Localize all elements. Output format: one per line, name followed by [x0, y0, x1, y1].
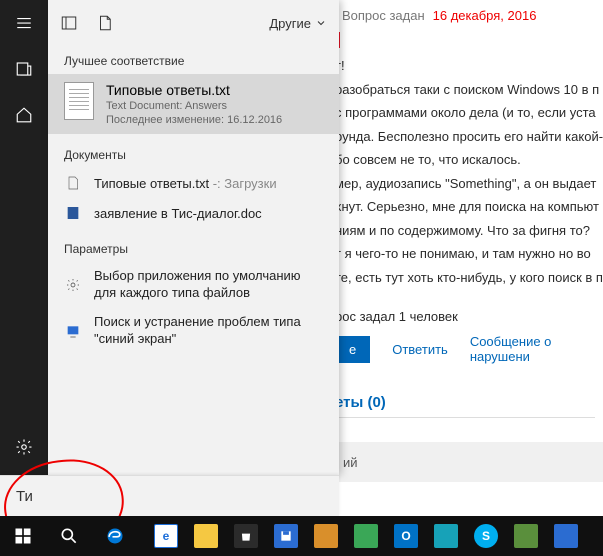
news-icon[interactable] [0, 46, 48, 92]
same-question-count: рос задал 1 человек [335, 309, 603, 324]
best-match-type: Text Document: Answers [106, 100, 282, 112]
same-question-button[interactable]: е [335, 336, 370, 363]
doc-result-1[interactable]: Типовые ответы.txt -: Загрузки [48, 168, 339, 198]
chevron-down-icon [315, 17, 327, 29]
start-button[interactable] [0, 516, 46, 556]
taskbar-app-outlook[interactable]: O [386, 516, 426, 556]
document-icon[interactable] [96, 14, 114, 32]
category-settings: Параметры [48, 234, 339, 262]
taskbar-app-save[interactable] [266, 516, 306, 556]
category-best-match: Лучшее соответствие [48, 46, 339, 74]
doc-result-2[interactable]: заявление в Тис-диалог.doc [48, 198, 339, 228]
gear-icon[interactable] [0, 424, 48, 470]
search-icon[interactable] [46, 516, 92, 556]
report-link[interactable]: Сообщение о нарушени [470, 334, 603, 364]
start-left-rail [0, 0, 48, 516]
post-date: 16 декабря, 2016 [433, 8, 537, 23]
search-results-panel: Другие Лучшее соответствие Типовые ответ… [48, 0, 339, 475]
gear-icon [64, 276, 82, 294]
edge-browser-icon[interactable] [92, 516, 138, 556]
word-file-icon [64, 204, 82, 222]
best-match-modified: Последнее изменение: 16.12.2016 [106, 114, 282, 126]
taskbar-app-11[interactable] [546, 516, 586, 556]
category-documents: Документы [48, 140, 339, 168]
troubleshoot-icon [64, 322, 82, 340]
taskbar-app-explorer[interactable] [186, 516, 226, 556]
search-input[interactable]: Ти [0, 475, 339, 516]
panel-header: Другие [48, 0, 339, 46]
taskbar-app-6[interactable] [346, 516, 386, 556]
other-filter[interactable]: Другие [269, 16, 327, 31]
asked-label: Вопрос задан [342, 8, 425, 23]
reply-link[interactable]: Ответить [392, 342, 448, 357]
hamburger-icon[interactable] [0, 0, 48, 46]
taskbar-app-5[interactable] [306, 516, 346, 556]
taskbar-app-store[interactable] [226, 516, 266, 556]
best-match-title: Типовые ответы.txt [106, 82, 282, 98]
taskbar-app-ie[interactable]: e [146, 516, 186, 556]
reading-view-icon[interactable] [60, 14, 78, 32]
home-icon[interactable] [0, 92, 48, 138]
taskbar-app-10[interactable] [506, 516, 546, 556]
sort-strip: ий [335, 442, 603, 482]
other-label: Другие [269, 16, 311, 31]
setting-result-1[interactable]: Выбор приложения по умолчанию для каждог… [48, 262, 339, 308]
text-file-icon [64, 82, 94, 120]
taskbar: e O S [0, 516, 603, 556]
best-match-result[interactable]: Типовые ответы.txt Text Document: Answer… [48, 74, 339, 134]
taskbar-app-8[interactable] [426, 516, 466, 556]
search-query-text: Ти [16, 488, 33, 505]
setting-result-2[interactable]: Поиск и устранение проблем типа "синий э… [48, 308, 339, 354]
taskbar-app-skype[interactable]: S [466, 516, 506, 556]
replies-header: еты (0) [335, 394, 595, 418]
post-body: т! разобраться таки с поиском Windows 10… [335, 56, 603, 287]
text-file-icon [64, 174, 82, 192]
